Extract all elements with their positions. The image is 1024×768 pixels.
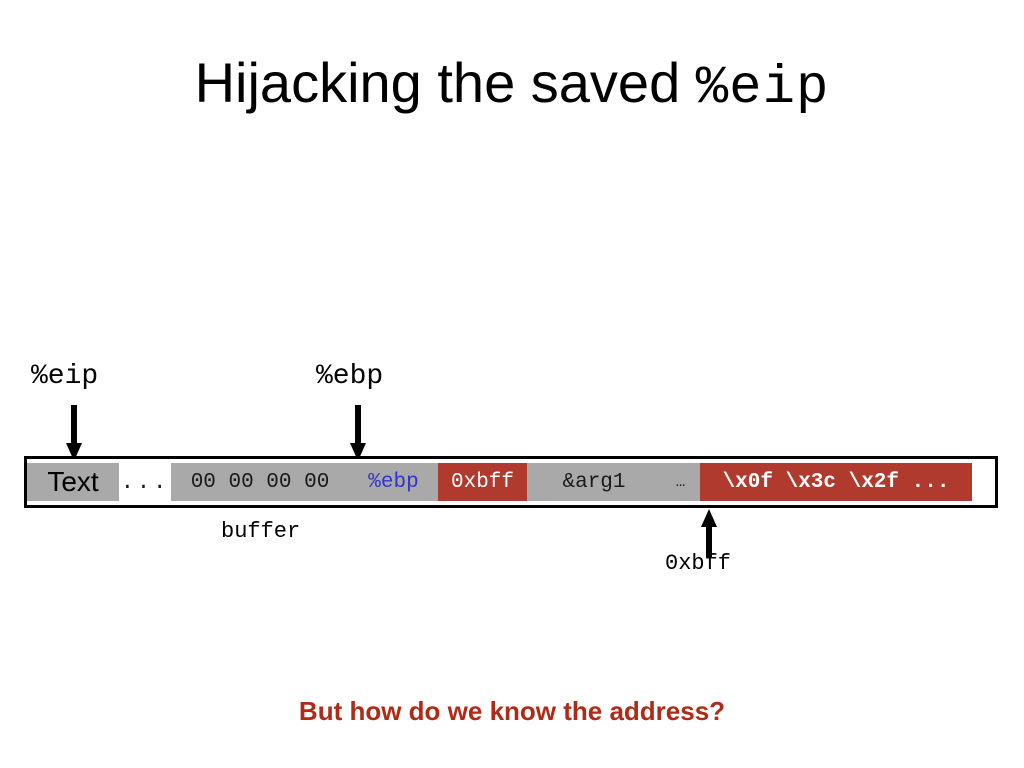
page-title-register: %eip <box>695 58 830 119</box>
stack-memory-diagram: Text ... 00 00 00 00 %ebp 0xbff &arg1 … … <box>24 456 998 508</box>
eip-register-label: %eip <box>31 361 99 392</box>
stack-cell-more-args: … <box>661 463 700 501</box>
stack-cell-gap: ... <box>119 463 171 501</box>
page-title-plain: Hijacking the saved <box>194 51 696 114</box>
bottom-question-text: But how do we know the address? <box>298 696 726 726</box>
buffer-label: buffer <box>221 519 301 544</box>
stack-cell-arg1: &arg1 <box>527 463 661 501</box>
stack-cell-shellcode: \x0f \x3c \x2f ... <box>700 463 972 501</box>
ebp-arrow-down-icon <box>350 405 366 461</box>
page-title: Hijacking the saved %eip <box>0 48 1024 124</box>
stack-cell-nul-padding: 00 00 00 00 <box>171 463 349 501</box>
stack-cell-saved-eip: 0xbff <box>438 463 527 501</box>
ebp-register-label: %ebp <box>316 361 384 392</box>
shellcode-arrow-up-icon <box>701 509 717 557</box>
shellcode-address-label: 0xbff <box>665 551 732 576</box>
arrow-shaft <box>355 405 361 445</box>
stack-cell-saved-ebp: %ebp <box>349 463 438 501</box>
stack-cell-text: Text <box>27 463 119 501</box>
eip-arrow-down-icon <box>66 405 82 461</box>
arrow-shaft <box>71 405 77 445</box>
